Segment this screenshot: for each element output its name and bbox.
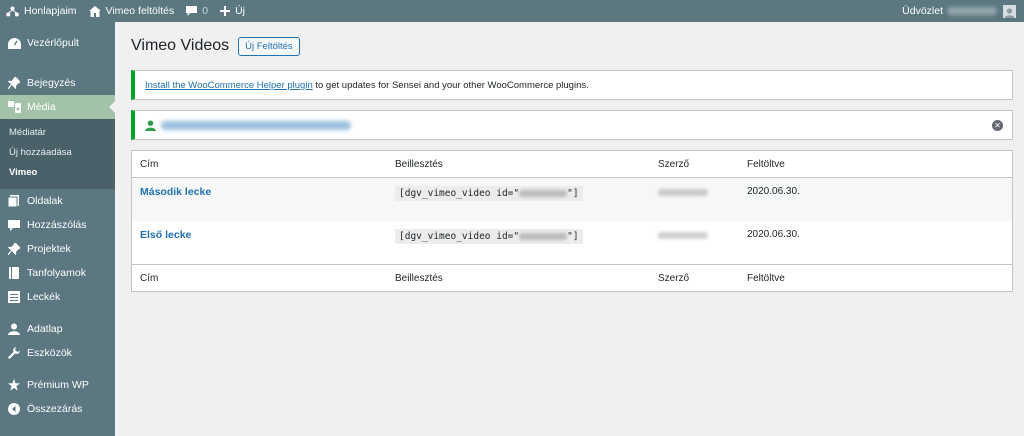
shortcode[interactable]: [dgv_vimeo_video id=" "] bbox=[395, 229, 583, 244]
dismiss-icon[interactable]: ✕ bbox=[992, 120, 1003, 131]
column-footer-uploaded[interactable]: Feltöltve bbox=[747, 273, 1012, 284]
site-home-link[interactable]: Vimeo feltöltés bbox=[83, 0, 181, 22]
uploaded-date: 2020.06.30. bbox=[747, 186, 800, 197]
submenu-library[interactable]: Médiatár bbox=[0, 123, 115, 143]
column-header-title[interactable]: Cím bbox=[132, 159, 395, 170]
shortcode-suffix: "] bbox=[567, 231, 579, 242]
list-icon bbox=[7, 290, 21, 304]
collapse-icon bbox=[7, 402, 21, 416]
greeting: Üdvözlet bbox=[902, 5, 943, 17]
submenu-add-new[interactable]: Új hozzáadása bbox=[0, 143, 115, 163]
plus-icon bbox=[220, 6, 231, 16]
videos-table: Cím Beillesztés Szerző Feltöltve Második… bbox=[131, 150, 1013, 292]
pages-icon bbox=[7, 194, 21, 208]
menu-courses[interactable]: Tanfolyamok bbox=[0, 261, 115, 285]
user-icon bbox=[145, 119, 156, 131]
redacted-author bbox=[658, 232, 708, 239]
notice-text: to get updates for Sensei and your other… bbox=[312, 79, 589, 91]
column-footer-title[interactable]: Cím bbox=[132, 273, 395, 284]
shortcode[interactable]: [dgv_vimeo_video id=" "] bbox=[395, 186, 583, 201]
new-content-menu[interactable]: Új bbox=[214, 0, 251, 22]
menu-label: Adatlap bbox=[27, 323, 63, 335]
pin-icon bbox=[7, 242, 21, 256]
menu-collapse[interactable]: Összezárás bbox=[0, 397, 115, 421]
comment-icon bbox=[7, 218, 21, 232]
shortcode-prefix: [dgv_vimeo_video id=" bbox=[399, 231, 520, 242]
network-icon bbox=[6, 6, 19, 16]
admin-bar: Honlapjaim Vimeo feltöltés 0 Új Üdvözlet bbox=[0, 0, 1024, 22]
menu-lessons[interactable]: Leckék bbox=[0, 285, 115, 309]
menu-label: Hozzászólás bbox=[27, 219, 87, 231]
main-content: Vimeo Videos Új Feltöltés Install the Wo… bbox=[131, 22, 1013, 292]
home-icon bbox=[88, 5, 101, 17]
site-name: Honlapjaim bbox=[24, 5, 77, 17]
star-icon bbox=[7, 378, 21, 392]
dashboard-icon bbox=[7, 36, 21, 50]
user-icon bbox=[7, 322, 21, 336]
add-new-upload-button[interactable]: Új Feltöltés bbox=[238, 36, 300, 56]
redacted-video-id bbox=[519, 190, 568, 197]
redacted-switch-back-link[interactable] bbox=[161, 120, 351, 130]
redacted-video-id bbox=[519, 233, 568, 240]
menu-label: Prémium WP bbox=[27, 379, 89, 391]
submenu-vimeo[interactable]: Vimeo bbox=[0, 163, 115, 183]
page-title: Vimeo Videos bbox=[131, 37, 230, 54]
menu-label: Eszközök bbox=[27, 347, 72, 359]
menu-tools[interactable]: Eszközök bbox=[0, 341, 115, 365]
menu-projects[interactable]: Projektek bbox=[0, 237, 115, 261]
avatar-silhouette-icon bbox=[1004, 7, 1015, 18]
shortcode-suffix: "] bbox=[567, 188, 579, 199]
site-link-label: Vimeo feltöltés bbox=[105, 5, 175, 17]
book-icon bbox=[7, 266, 21, 280]
comments-link[interactable]: 0 bbox=[180, 0, 214, 22]
menu-posts[interactable]: Bejegyzés bbox=[0, 71, 115, 95]
menu-profile[interactable]: Adatlap bbox=[0, 317, 115, 341]
shortcode-prefix: [dgv_vimeo_video id=" bbox=[399, 188, 520, 199]
menu-dashboard[interactable]: Vezérlőpult bbox=[0, 31, 115, 55]
my-account-menu[interactable]: Üdvözlet bbox=[902, 4, 1024, 18]
menu-premium-wp[interactable]: Prémium WP bbox=[0, 373, 115, 397]
menu-media[interactable]: Média bbox=[0, 95, 115, 119]
table-row: Első lecke [dgv_vimeo_video id=" "] 2020.… bbox=[132, 221, 1012, 264]
menu-label: Vezérlőpult bbox=[27, 37, 79, 49]
table-header: Cím Beillesztés Szerző Feltöltve bbox=[132, 151, 1012, 178]
redacted-author bbox=[658, 189, 708, 196]
comments-count: 0 bbox=[202, 5, 209, 17]
column-header-author[interactable]: Szerző bbox=[658, 159, 747, 170]
install-helper-link[interactable]: Install the WooCommerce Helper plugin bbox=[145, 80, 313, 91]
menu-comments[interactable]: Hozzászólás bbox=[0, 213, 115, 237]
video-title-link[interactable]: Első lecke bbox=[140, 229, 191, 241]
menu-label: Oldalak bbox=[27, 195, 63, 207]
wrench-icon bbox=[7, 346, 21, 360]
column-footer-author[interactable]: Szerző bbox=[658, 273, 747, 284]
menu-pages[interactable]: Oldalak bbox=[0, 189, 115, 213]
comment-icon bbox=[186, 6, 198, 16]
menu-label: Tanfolyamok bbox=[27, 267, 86, 279]
media-submenu: Médiatár Új hozzáadása Vimeo bbox=[0, 119, 115, 189]
my-sites-menu[interactable]: Honlapjaim bbox=[0, 0, 83, 22]
page-header: Vimeo Videos Új Feltöltés bbox=[131, 22, 1013, 70]
avatar[interactable] bbox=[1003, 4, 1016, 18]
column-header-embed[interactable]: Beillesztés bbox=[395, 159, 658, 170]
media-icon bbox=[7, 100, 21, 114]
menu-label: Összezárás bbox=[27, 403, 83, 415]
admin-sidebar: Vezérlőpult Bejegyzés Média Médiatár Új … bbox=[0, 22, 115, 436]
menu-label: Média bbox=[27, 101, 56, 113]
column-header-uploaded[interactable]: Feltöltve bbox=[747, 159, 1012, 170]
table-row: Második lecke [dgv_vimeo_video id=" "] 20… bbox=[132, 178, 1012, 221]
redacted-username bbox=[947, 7, 997, 15]
column-footer-embed[interactable]: Beillesztés bbox=[395, 273, 658, 284]
menu-label: Projektek bbox=[27, 243, 71, 255]
menu-label: Bejegyzés bbox=[27, 77, 76, 89]
video-title-link[interactable]: Második lecke bbox=[140, 186, 211, 198]
table-footer: Cím Beillesztés Szerző Feltöltve bbox=[132, 264, 1012, 291]
pin-icon bbox=[7, 76, 21, 90]
uploaded-date: 2020.06.30. bbox=[747, 229, 800, 240]
switch-user-notice: ✕ bbox=[131, 110, 1013, 140]
new-label: Új bbox=[235, 5, 245, 17]
woocommerce-helper-notice: Install the WooCommerce Helper plugin to… bbox=[131, 70, 1013, 100]
menu-label: Leckék bbox=[27, 291, 61, 303]
